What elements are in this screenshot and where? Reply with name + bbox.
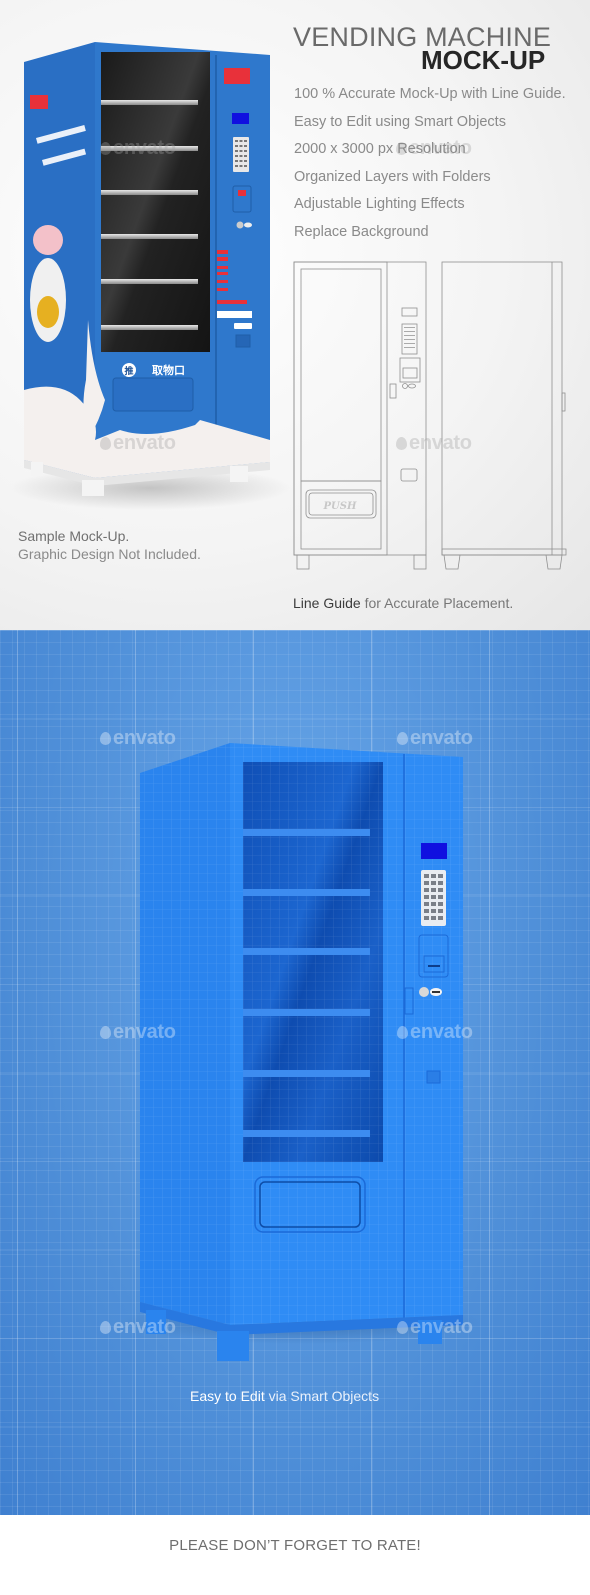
feature-list: 100 % Accurate Mock-Up with Line Guide. … <box>294 84 566 249</box>
line-guide-caption: Line Guide for Accurate Placement. <box>293 595 513 611</box>
envato-drop-icon <box>100 1321 111 1334</box>
sample-caption: Sample Mock-Up. Graphic Design Not Inclu… <box>18 527 201 563</box>
rate-reminder: PLEASE DON’T FORGET TO RATE! <box>169 1537 421 1554</box>
coin-slot <box>419 987 429 997</box>
logo-red <box>224 68 250 84</box>
envato-watermark: envato <box>100 432 176 455</box>
foot <box>82 480 104 496</box>
sample-caption-line2: Graphic Design Not Included. <box>18 546 201 562</box>
lcd-display <box>421 843 447 859</box>
envato-drop-icon <box>396 437 407 450</box>
footer <box>0 1515 590 1595</box>
foot <box>217 1331 249 1361</box>
sample-caption-line1: Sample Mock-Up. <box>18 528 130 544</box>
line-guide-side <box>441 261 567 570</box>
blue-caption-bold: Easy to Edit <box>190 1388 265 1404</box>
envato-drop-icon <box>100 1026 111 1039</box>
envato-watermark: envato <box>100 1021 176 1044</box>
feature-item: 2000 x 3000 px Resolution <box>294 141 466 157</box>
blueprint-vending-machine <box>120 743 480 1361</box>
feature-item: 100 % Accurate Mock-Up with Line Guide. <box>294 86 566 102</box>
line-guide-caption-bold: Line Guide <box>293 595 361 611</box>
title-line2: MOCK-UP <box>421 45 546 75</box>
feature-item: Replace Background <box>294 223 429 240</box>
blue-section-caption: Easy to Edit via Smart Objects <box>190 1388 379 1404</box>
envato-watermark: envato <box>397 727 473 750</box>
pickup-door <box>112 377 194 412</box>
foot <box>31 462 43 476</box>
pickup-label: 取物口 <box>152 363 185 377</box>
line-guide-front: PUSH <box>293 261 427 570</box>
feature-item: Organized Layers with Folders <box>294 168 491 185</box>
change-return <box>235 334 251 348</box>
line-guide-caption-rest: for Accurate Placement. <box>360 595 514 611</box>
envato-watermark: envato <box>397 1316 473 1339</box>
lcd-display <box>232 113 249 124</box>
envato-drop-icon <box>100 437 111 450</box>
envato-drop-icon <box>397 732 408 745</box>
change-return <box>426 1070 441 1084</box>
blue-caption-rest: via Smart Objects <box>264 1388 380 1404</box>
envato-watermark: envato <box>100 137 176 160</box>
lcd-outline <box>401 307 418 317</box>
envato-watermark: envato <box>396 432 472 455</box>
envato-watermark: envato <box>100 727 176 750</box>
envato-watermark: envato <box>397 1021 473 1044</box>
envato-watermark: envato <box>100 1316 176 1339</box>
envato-drop-icon <box>397 1321 408 1334</box>
foot <box>230 466 248 482</box>
feature-item: Adjustable Lighting Effects <box>294 196 465 212</box>
push-badge: 推 <box>124 365 133 377</box>
push-label: PUSH <box>323 501 357 512</box>
feature-item: Easy to Edit using Smart Objects <box>294 113 506 130</box>
coin-slot <box>236 221 244 229</box>
envato-drop-icon <box>100 732 111 745</box>
envato-drop-icon <box>100 142 111 155</box>
display-window <box>101 52 210 352</box>
envato-drop-icon <box>397 1026 408 1039</box>
